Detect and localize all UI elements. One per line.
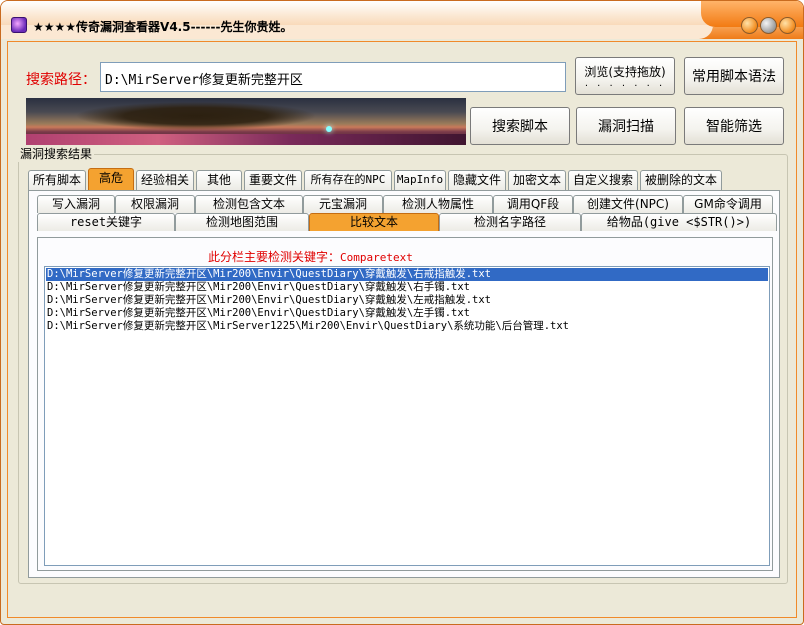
high-risk-panel: 写入漏洞 权限漏洞 检测包含文本 元宝漏洞 检测人物属性 调用QF段 创建文件(… [28, 190, 780, 578]
panel-hint: 此分栏主要检测关键字：Comparetext [208, 248, 413, 265]
subtab-create-file-npc[interactable]: 创建文件(NPC) [573, 195, 683, 213]
tab-hidden-files[interactable]: 隐藏文件 [448, 170, 506, 190]
list-item[interactable]: D:\MirServer修复更新完整开区\Mir200\Envir\QuestD… [46, 281, 768, 294]
search-path-label: 搜索路径： [26, 72, 96, 88]
search-script-button[interactable]: 搜索脚本 [470, 107, 570, 145]
subtab-give-item[interactable]: 给物品(give <$STR()>) [581, 213, 777, 231]
subtab-write-vuln[interactable]: 写入漏洞 [37, 195, 115, 213]
tab-mapinfo[interactable]: MapInfo [394, 170, 446, 190]
tab-other[interactable]: 其他 [196, 170, 242, 190]
subtab-check-map-range[interactable]: 检测地图范围 [175, 213, 309, 231]
banner-ground [26, 134, 466, 145]
subtab-gm-command[interactable]: GM命令调用 [683, 195, 773, 213]
tab-high-risk[interactable]: 高危 [88, 168, 134, 190]
smart-filter-button[interactable]: 智能筛选 [684, 107, 784, 145]
list-item[interactable]: D:\MirServer修复更新完整开区\Mir200\Envir\QuestD… [46, 294, 768, 307]
tab-all-scripts[interactable]: 所有脚本 [28, 170, 86, 190]
tab-existing-npc[interactable]: 所有存在的NPC [304, 170, 392, 190]
browse-button[interactable]: 浏览(支持拖放) . . . . . . . [575, 57, 675, 95]
close-button[interactable] [779, 17, 796, 34]
search-path-input[interactable]: D:\MirServer修复更新完整开区 [100, 62, 566, 92]
tab-important-files[interactable]: 重要文件 [244, 170, 302, 190]
vuln-scan-button[interactable]: 漏洞扫描 [576, 107, 676, 145]
subtab-check-contains-text[interactable]: 检测包含文本 [195, 195, 303, 213]
subtab-call-qf[interactable]: 调用QF段 [493, 195, 573, 213]
tab-experience[interactable]: 经验相关 [136, 170, 194, 190]
results-group-title: 漏洞搜索结果 [18, 145, 95, 162]
tab-deleted-text[interactable]: 被删除的文本 [640, 170, 722, 190]
maximize-button[interactable] [760, 17, 777, 34]
subtab-reset-keyword[interactable]: reset关键字 [37, 213, 175, 231]
minimize-button[interactable] [741, 17, 758, 34]
browse-button-dots: . . . . . . . [584, 78, 666, 89]
panel-hint-keyword: Comparetext [340, 251, 413, 264]
script-syntax-button[interactable]: 常用脚本语法 [684, 57, 784, 95]
tab-encrypted-text[interactable]: 加密文本 [508, 170, 566, 190]
list-item[interactable]: D:\MirServer修复更新完整开区\Mir200\Envir\QuestD… [46, 268, 768, 281]
subtab-compare-text[interactable]: 比较文本 [309, 213, 439, 231]
results-listbox[interactable]: D:\MirServer修复更新完整开区\Mir200\Envir\QuestD… [44, 266, 770, 566]
subtab-check-name-path[interactable]: 检测名字路径 [439, 213, 581, 231]
subtab-permission-vuln[interactable]: 权限漏洞 [115, 195, 195, 213]
compare-text-panel: 此分栏主要检测关键字：Comparetext D:\MirServer修复更新完… [37, 237, 773, 571]
banner-image [26, 98, 466, 145]
window-title: ★★★★传奇漏洞查看器V4.5------先生你贵姓。 [33, 20, 293, 34]
tab-custom-search[interactable]: 自定义搜索 [568, 170, 638, 190]
list-item[interactable]: D:\MirServer修复更新完整开区\Mir200\Envir\QuestD… [46, 307, 768, 320]
client-area: 搜索路径： D:\MirServer修复更新完整开区 浏览(支持拖放) . . … [7, 41, 797, 618]
app-icon [11, 17, 27, 33]
banner-sparkle [326, 126, 332, 132]
panel-hint-prefix: 此分栏主要检测关键字： [208, 250, 341, 264]
list-item[interactable]: D:\MirServer修复更新完整开区\MirServer1225\Mir20… [46, 320, 768, 333]
subtab-check-character-attr[interactable]: 检测人物属性 [383, 195, 493, 213]
subtab-yuanbao-vuln[interactable]: 元宝漏洞 [303, 195, 383, 213]
app-window: ★★★★传奇漏洞查看器V4.5------先生你贵姓。 搜索路径： D:\Mir… [0, 0, 804, 625]
